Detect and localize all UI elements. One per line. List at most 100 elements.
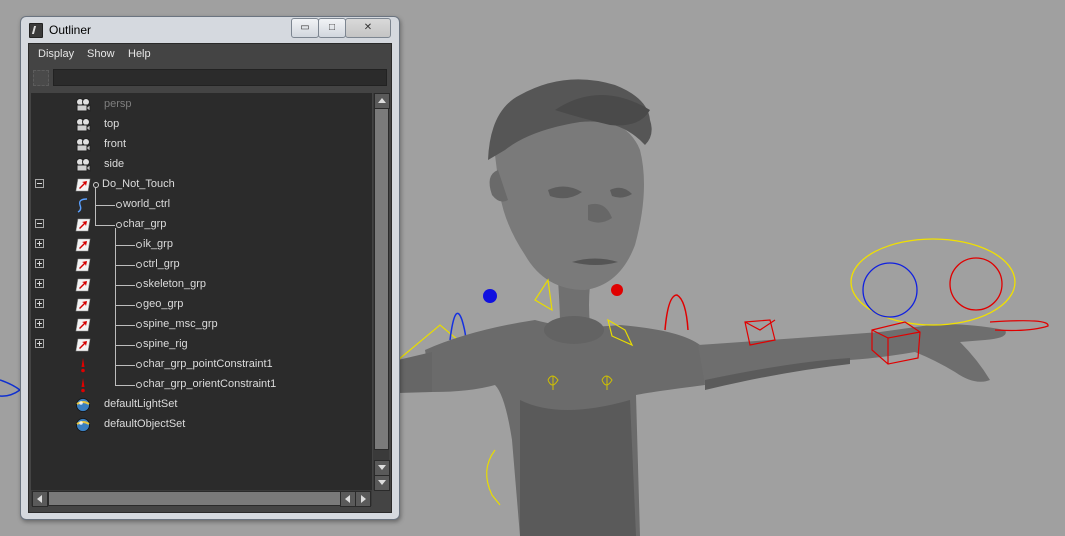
menu-bar: Display Show Help [29,44,391,66]
tree-item-char-grp[interactable]: char_grp [31,215,372,235]
horizontal-scrollbar[interactable] [31,490,372,507]
expand-icon[interactable] [35,239,44,248]
tree-item-defaultobjectset[interactable]: defaultObjectSet [31,415,372,435]
hierarchy-node-dot [136,302,142,308]
menu-help[interactable]: Help [128,48,151,60]
hierarchy-connector-line [95,205,115,206]
tree-item-char-grp-pointconstraint1[interactable]: char_grp_pointConstraint1 [31,355,372,375]
horizontal-scroll-thumb[interactable] [48,491,341,506]
tree-item-label: defaultLightSet [104,398,178,410]
tree-item-defaultlightset[interactable]: defaultLightSet [31,395,372,415]
hierarchy-connector-line [95,225,115,226]
tree-item-do-not-touch[interactable]: Do_Not_Touch [31,175,372,195]
hierarchy-connector-line [115,385,135,386]
tree-item-label: persp [104,98,132,110]
expand-icon[interactable] [35,279,44,288]
transform-group-icon [75,177,91,193]
hierarchy-connector-line [115,285,135,286]
hierarchy-connector-line [115,245,135,246]
scroll-up-button[interactable] [374,93,390,109]
maximize-button[interactable]: □ [318,18,346,38]
hierarchy-node-dot [136,362,142,368]
hierarchy-node-dot [136,382,142,388]
hierarchy-node-dot [116,202,122,208]
tree-item-ik-grp[interactable]: ik_grp [31,235,372,255]
tree-item-label: spine_msc_grp [143,318,218,330]
tree-item-label: top [104,118,120,130]
character-collar [544,316,604,344]
title-bar[interactable]: Outliner ▭ □ ✕ [21,17,399,43]
minimize-button[interactable]: ▭ [291,18,319,38]
tree-item-spine-msc-grp[interactable]: spine_msc_grp [31,315,372,335]
camera-icon [75,137,91,153]
tree-item-label: ctrl_grp [143,258,180,270]
scroll-down-button-2[interactable] [374,475,390,491]
tree-item-label: world_ctrl [123,198,171,210]
set-sphere-icon [75,417,91,433]
vertical-scrollbar[interactable] [373,93,390,491]
hierarchy-connector-line [115,345,135,346]
hierarchy-connector-line [95,188,96,225]
scroll-left-button-2[interactable] [340,491,356,507]
tree-item-ctrl-grp[interactable]: ctrl_grp [31,255,372,275]
hierarchy-node-dot [136,242,142,248]
menu-display[interactable]: Display [38,48,74,60]
scroll-right-button[interactable] [355,491,371,507]
tree-item-spine-rig[interactable]: spine_rig [31,335,372,355]
tree-item-side[interactable]: side [31,155,372,175]
set-sphere-icon [75,397,91,413]
head-ctrl-blue-dot [483,289,497,303]
filter-input[interactable] [53,69,387,86]
filter-options-icon[interactable] [33,70,49,86]
tree-item-label: defaultObjectSet [104,418,186,430]
clavicle-ctrl-right-red [664,294,689,331]
outliner-window: Outliner ▭ □ ✕ Display Show Help persp to… [20,16,400,520]
expand-icon[interactable] [35,319,44,328]
tree-item-geo-grp[interactable]: geo_grp [31,295,372,315]
hierarchy-node-dot [136,262,142,268]
tree-item-label: front [104,138,127,150]
maya-app-icon [29,23,43,38]
tree-item-label: geo_grp [143,298,184,310]
tree-item-label: ik_grp [143,238,173,250]
arrow-right-icon [361,495,366,503]
nurbs-curve-icon [75,197,91,213]
close-button[interactable]: ✕ [345,18,391,38]
vertical-scroll-thumb[interactable] [374,108,389,450]
constraint-icon [75,357,91,373]
arrow-down-icon [378,465,386,470]
scroll-left-button[interactable] [32,491,48,507]
arrow-left-icon [37,495,42,503]
hierarchy-connector-line [115,365,135,366]
expand-icon[interactable] [35,339,44,348]
window-title: Outliner [49,23,92,37]
tree-item-label: Do_Not_Touch [102,178,175,190]
hierarchy-connector-line [115,305,135,306]
tree-item-persp[interactable]: persp [31,95,372,115]
transform-group-icon [75,277,91,293]
collapse-icon[interactable] [35,219,44,228]
expand-icon[interactable] [35,299,44,308]
transform-group-icon [75,317,91,333]
hierarchy-node-dot [116,222,122,228]
tree-item-label: char_grp_pointConstraint1 [143,358,273,370]
tree-item-label: side [104,158,125,170]
menu-show[interactable]: Show [87,48,115,60]
arrow-up-icon [378,98,386,103]
tree-item-label: spine_rig [143,338,188,350]
tree-item-skeleton-grp[interactable]: skeleton_grp [31,275,372,295]
hierarchy-node-dot [136,342,142,348]
tree-item-world-ctrl[interactable]: world_ctrl [31,195,372,215]
transform-group-icon [75,237,91,253]
hand-ctrl-blue-circle [862,262,918,318]
camera-icon [75,157,91,173]
collapse-icon[interactable] [35,179,44,188]
tree-item-top[interactable]: top [31,115,372,135]
outliner-tree[interactable]: persp top front side Do_Not_Touch world_ctrlc… [31,93,372,490]
scroll-down-button[interactable] [374,460,390,476]
hierarchy-node-dot [136,322,142,328]
tree-item-char-grp-orientconstraint1[interactable]: char_grp_orientConstraint1 [31,375,372,395]
tree-item-front[interactable]: front [31,135,372,155]
expand-icon[interactable] [35,259,44,268]
transform-group-icon [75,257,91,273]
